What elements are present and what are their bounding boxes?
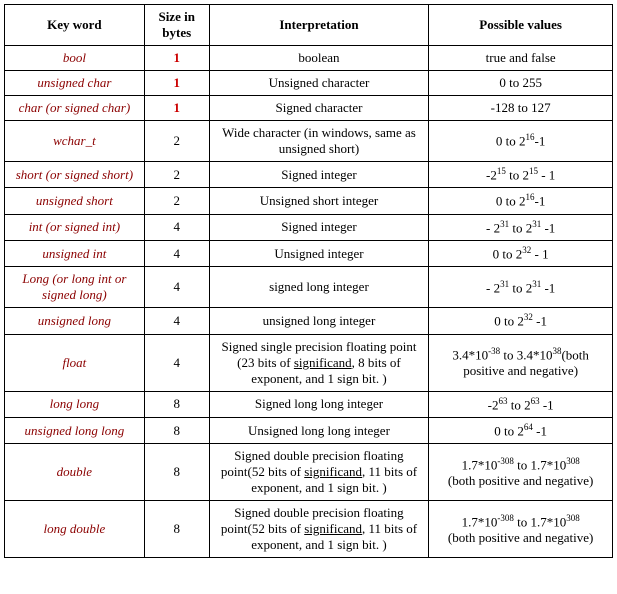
size-cell: 2	[144, 188, 209, 214]
possible-cell: -263 to 263 -1	[429, 391, 613, 417]
interp-cell: Signed double precision floating point(5…	[209, 501, 429, 558]
table-row: long long 8 Signed long long integer -26…	[5, 391, 613, 417]
keyword-cell: unsigned char	[5, 71, 145, 96]
possible-cell: 1.7*10-308 to 1.7*10308(both positive an…	[429, 444, 613, 501]
possible-cell: 0 to 232 - 1	[429, 240, 613, 266]
possible-cell: 3.4*10-38 to 3.4*1038(both positive and …	[429, 334, 613, 391]
header-possible-values: Possible values	[429, 5, 613, 46]
size-cell: 8	[144, 444, 209, 501]
possible-cell: -128 to 127	[429, 96, 613, 121]
keyword-cell: Long (or long int or signed long)	[5, 267, 145, 308]
keyword-cell: long double	[5, 501, 145, 558]
table-row: int (or signed int) 4 Signed integer - 2…	[5, 214, 613, 240]
interp-cell: Signed single precision floating point (…	[209, 334, 429, 391]
interp-cell: Signed character	[209, 96, 429, 121]
interp-cell: Signed integer	[209, 214, 429, 240]
size-cell: 4	[144, 308, 209, 334]
size-cell: 1	[144, 46, 209, 71]
data-types-table: Key word Size in bytes Interpretation Po…	[4, 4, 613, 558]
table-row: char (or signed char) 1 Signed character…	[5, 96, 613, 121]
possible-cell: 0 to 216-1	[429, 188, 613, 214]
size-cell: 4	[144, 240, 209, 266]
possible-cell: -215 to 215 - 1	[429, 162, 613, 188]
table-row: bool 1 boolean true and false	[5, 46, 613, 71]
keyword-cell: bool	[5, 46, 145, 71]
table-row: unsigned int 4 Unsigned integer 0 to 232…	[5, 240, 613, 266]
table-row: wchar_t 2 Wide character (in windows, sa…	[5, 121, 613, 162]
possible-cell: true and false	[429, 46, 613, 71]
table-row: Long (or long int or signed long) 4 sign…	[5, 267, 613, 308]
size-cell: 2	[144, 162, 209, 188]
table-row: long double 8 Signed double precision fl…	[5, 501, 613, 558]
size-cell: 4	[144, 334, 209, 391]
size-cell: 2	[144, 121, 209, 162]
keyword-cell: double	[5, 444, 145, 501]
keyword-cell: char (or signed char)	[5, 96, 145, 121]
size-cell: 1	[144, 96, 209, 121]
interp-cell: Signed double precision floating point(5…	[209, 444, 429, 501]
table-row: unsigned long long 8 Unsigned long long …	[5, 417, 613, 443]
possible-cell: 0 to 232 -1	[429, 308, 613, 334]
size-cell: 1	[144, 71, 209, 96]
size-cell: 8	[144, 391, 209, 417]
table-row: double 8 Signed double precision floatin…	[5, 444, 613, 501]
size-cell: 4	[144, 267, 209, 308]
keyword-cell: unsigned short	[5, 188, 145, 214]
header-interpretation: Interpretation	[209, 5, 429, 46]
interp-cell: Wide character (in windows, same as unsi…	[209, 121, 429, 162]
size-cell: 4	[144, 214, 209, 240]
possible-cell: - 231 to 231 -1	[429, 267, 613, 308]
interp-cell: Unsigned long long integer	[209, 417, 429, 443]
interp-cell: boolean	[209, 46, 429, 71]
interp-cell: unsigned long integer	[209, 308, 429, 334]
table-row: unsigned long 4 unsigned long integer 0 …	[5, 308, 613, 334]
table-row: short (or signed short) 2 Signed integer…	[5, 162, 613, 188]
possible-cell: 0 to 264 -1	[429, 417, 613, 443]
size-cell: 8	[144, 417, 209, 443]
possible-cell: - 231 to 231 -1	[429, 214, 613, 240]
size-cell: 8	[144, 501, 209, 558]
header-size: Size in bytes	[144, 5, 209, 46]
header-keyword: Key word	[5, 5, 145, 46]
interp-cell: signed long integer	[209, 267, 429, 308]
interp-cell: Signed integer	[209, 162, 429, 188]
keyword-cell: long long	[5, 391, 145, 417]
possible-cell: 0 to 216-1	[429, 121, 613, 162]
table-row: unsigned char 1 Unsigned character 0 to …	[5, 71, 613, 96]
interp-cell: Unsigned character	[209, 71, 429, 96]
keyword-cell: wchar_t	[5, 121, 145, 162]
keyword-cell: int (or signed int)	[5, 214, 145, 240]
possible-cell: 0 to 255	[429, 71, 613, 96]
interp-cell: Unsigned integer	[209, 240, 429, 266]
table-row: float 4 Signed single precision floating…	[5, 334, 613, 391]
keyword-cell: short (or signed short)	[5, 162, 145, 188]
table-row: unsigned short 2 Unsigned short integer …	[5, 188, 613, 214]
possible-cell: 1.7*10-308 to 1.7*10308(both positive an…	[429, 501, 613, 558]
keyword-cell: unsigned long long	[5, 417, 145, 443]
keyword-cell: unsigned long	[5, 308, 145, 334]
interp-cell: Signed long long integer	[209, 391, 429, 417]
keyword-cell: unsigned int	[5, 240, 145, 266]
keyword-cell: float	[5, 334, 145, 391]
interp-cell: Unsigned short integer	[209, 188, 429, 214]
